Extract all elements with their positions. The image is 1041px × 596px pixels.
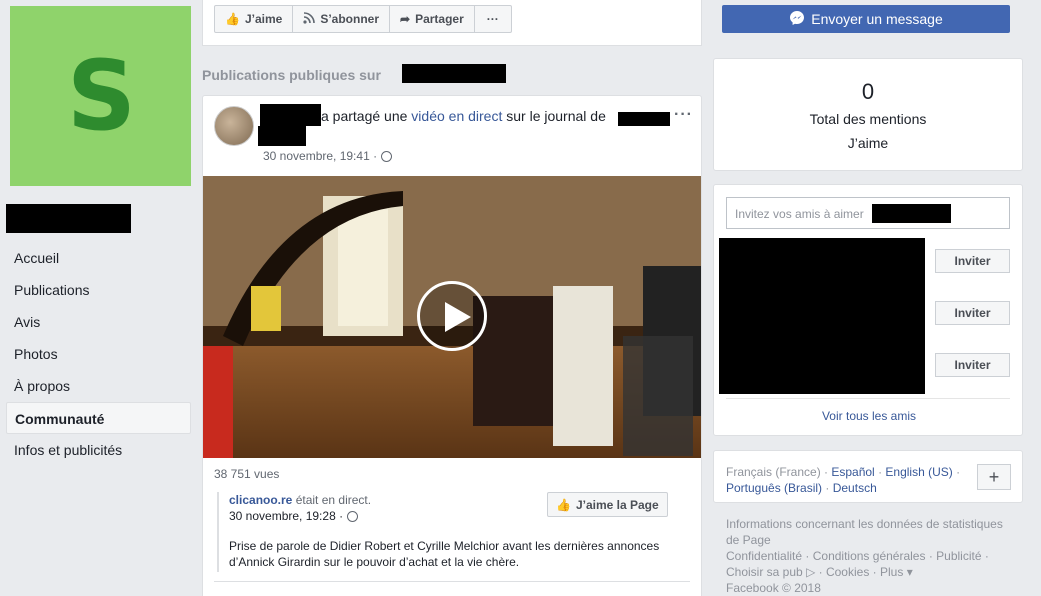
shared-source-line: clicanoo.re était en direct.	[229, 493, 371, 507]
thumbs-up-icon: 👍	[556, 497, 571, 512]
nav-item-communaute[interactable]: Communauté	[6, 402, 191, 434]
like-button[interactable]: 👍 J’aime	[215, 6, 294, 32]
divider	[214, 581, 690, 582]
view-count: 38 751 vues	[214, 467, 280, 481]
post-journal-text: sur le journal de	[506, 108, 606, 124]
like-page-label: J’aime la Page	[575, 497, 659, 512]
likes-card: 0 Total des mentions J’aime	[713, 58, 1023, 171]
language-card: Français (France) · Español · English (U…	[713, 450, 1023, 503]
language-link[interactable]: Português (Brasil)	[726, 481, 822, 495]
nav-item-publications[interactable]: Publications	[6, 274, 191, 306]
page-profile-picture[interactable]: S	[10, 6, 191, 186]
nav-item-photos[interactable]: Photos	[6, 338, 191, 370]
divider	[726, 398, 1010, 399]
send-message-button[interactable]: Envoyer un message	[722, 5, 1010, 33]
globe-icon	[347, 510, 359, 522]
send-message-label: Envoyer un message	[811, 11, 943, 27]
follow-label: S’abonner	[320, 12, 379, 26]
footer-link[interactable]: Choisir sa pub	[726, 565, 803, 579]
share-arrow-icon: ➦	[400, 12, 411, 26]
footer: Informations concernant les données de s…	[726, 517, 1003, 595]
copyright: Facebook © 2018	[726, 581, 821, 595]
post-card: a partagé une vidéo en direct sur le jou…	[202, 95, 702, 596]
footer-link[interactable]: Publicité	[936, 549, 981, 563]
nav-item-infos-publicites[interactable]: Infos et publicités	[6, 434, 191, 466]
share-button[interactable]: ➦ Partager	[390, 6, 475, 32]
post-header-text: a partagé une vidéo en direct sur le jou…	[321, 108, 606, 124]
language-link[interactable]: Español	[831, 465, 874, 479]
nav-item-accueil[interactable]: Accueil	[6, 242, 191, 274]
redacted-author-name	[258, 126, 306, 146]
action-button-group: 👍 J’aime S’abonner ➦ Partager ···	[214, 5, 512, 33]
play-button[interactable]	[417, 281, 487, 351]
footer-stats-link[interactable]: Informations concernant les données de s…	[726, 517, 1003, 547]
more-options-button[interactable]: ···	[475, 6, 511, 32]
language-list: Français (France) · Español · English (U…	[726, 465, 961, 495]
post-options-button[interactable]: ···	[674, 106, 693, 124]
thumbs-up-icon: 👍	[225, 12, 240, 26]
footer-link[interactable]: Conditions générales	[813, 549, 926, 563]
post-description: Prise de parole de Didier Robert et Cyri…	[229, 539, 660, 569]
redacted-page-name	[402, 64, 506, 83]
see-all-friends-link[interactable]: Voir tous les amis	[714, 409, 1024, 423]
shared-status: était en direct.	[295, 493, 372, 507]
share-label: Partager	[415, 12, 464, 26]
page-action-bar: 👍 J’aime S’abonner ➦ Partager ···	[202, 0, 702, 46]
footer-link[interactable]: Confidentialité	[726, 549, 802, 563]
footer-link[interactable]: Plus	[880, 565, 903, 579]
redacted-author-name	[260, 104, 321, 126]
invite-button[interactable]: Inviter	[935, 353, 1010, 377]
invite-friends-card: Invitez vos amis à aimer Inviter Inviter…	[713, 184, 1023, 436]
nav-item-a-propos[interactable]: À propos	[6, 370, 191, 402]
video-link[interactable]: vidéo en direct	[411, 108, 502, 124]
ad-choices-icon: ▷	[806, 565, 816, 579]
avatar-letter: S	[66, 40, 136, 152]
language-link[interactable]: Deutsch	[833, 481, 877, 495]
invite-search-input[interactable]: Invitez vos amis à aimer	[726, 197, 1010, 229]
section-title: Publications publiques sur	[202, 67, 381, 83]
caret-down-icon: ▾	[906, 565, 913, 579]
rss-icon	[303, 11, 316, 27]
current-language: Français (France)	[726, 465, 821, 479]
post-time-text: 30 novembre, 19:41 ·	[263, 149, 378, 163]
like-page-button[interactable]: 👍 J’aime la Page	[547, 492, 668, 517]
redacted-page-name	[6, 204, 131, 233]
invite-button[interactable]: Inviter	[935, 301, 1010, 325]
redacted-journal-owner	[618, 112, 670, 126]
like-label: J’aime	[244, 12, 283, 26]
language-link[interactable]: English (US)	[885, 465, 952, 479]
invite-button[interactable]: Inviter	[935, 249, 1010, 273]
redacted-page-name	[872, 204, 951, 223]
likes-label-2: J’aime	[847, 135, 889, 151]
add-language-button[interactable]: +	[977, 464, 1011, 490]
author-avatar[interactable]	[214, 106, 254, 146]
shared-timestamp[interactable]: 30 novembre, 19:28 ·	[229, 509, 359, 523]
likes-count: 0	[861, 79, 875, 104]
nav-item-avis[interactable]: Avis	[6, 306, 191, 338]
shared-time-text: 30 novembre, 19:28 ·	[229, 509, 344, 523]
footer-link[interactable]: Cookies	[826, 565, 869, 579]
post-timestamp[interactable]: 30 novembre, 19:41 ·	[263, 149, 393, 163]
redacted-friends-list	[719, 238, 925, 394]
shared-source-link[interactable]: clicanoo.re	[229, 493, 292, 507]
globe-icon	[381, 150, 393, 162]
follow-button[interactable]: S’abonner	[293, 6, 390, 32]
post-action-text: a partagé une	[321, 108, 408, 124]
messenger-icon	[789, 10, 805, 29]
page-nav: Accueil Publications Avis Photos À propo…	[6, 242, 191, 466]
likes-label-1: Total des mentions	[809, 111, 927, 127]
video-player[interactable]	[203, 176, 701, 458]
